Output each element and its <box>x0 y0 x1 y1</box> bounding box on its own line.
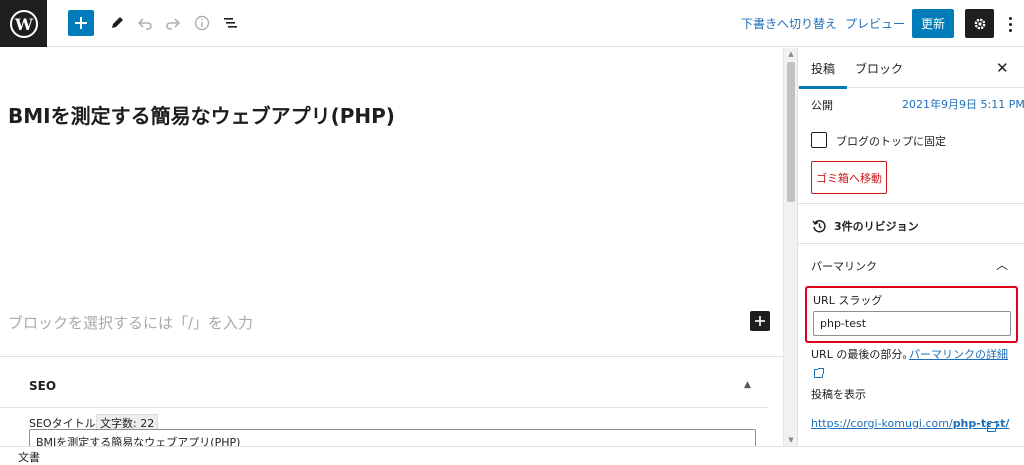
url-slug-highlight: URL スラッグ php-test <box>805 286 1018 343</box>
plus-icon <box>755 316 765 326</box>
move-to-trash-button[interactable]: ゴミ箱へ移動 <box>811 161 887 194</box>
block-inserter-button[interactable] <box>750 311 770 331</box>
editor-footer: 文書 <box>0 446 1024 464</box>
sticky-label: ブログのトップに固定 <box>836 135 946 148</box>
undo-button[interactable] <box>134 10 156 36</box>
wordpress-logo-icon[interactable]: W <box>0 0 47 47</box>
plus-icon <box>75 17 87 29</box>
gear-icon <box>974 18 985 29</box>
sidebar-tabs: 投稿 ブロック ✕ <box>798 48 1024 89</box>
editor-canvas: BMIを測定する簡易なウェブアプリ(PHP) ブロックを選択するには「/」を入力… <box>0 48 784 446</box>
list-view-icon <box>224 18 237 28</box>
edit-tool-button[interactable] <box>106 10 128 36</box>
publish-label: 公開 <box>811 99 833 112</box>
svg-text:W: W <box>14 15 34 34</box>
editor-top-toolbar: W 下書きへ切り替え プレビュー 更新 <box>0 0 1024 47</box>
redo-button[interactable] <box>162 10 184 36</box>
dot <box>1008 16 1012 20</box>
external-link-icon[interactable] <box>812 363 824 382</box>
url-last-part-text: URL の最後の部分。 <box>811 348 914 361</box>
view-post-url-prefix: https://corgi-komugi.com/ <box>811 417 953 430</box>
scroll-down-arrow-icon[interactable]: ▼ <box>787 436 795 444</box>
view-post-label: 投稿を表示 <box>811 388 866 401</box>
divider <box>798 203 1024 204</box>
view-post-url-slug: php-test/ <box>952 417 1010 430</box>
chevron-up-icon[interactable]: ︿ <box>996 256 1008 273</box>
add-block-button[interactable] <box>68 10 94 36</box>
close-sidebar-icon[interactable]: ✕ <box>996 59 1009 77</box>
more-options-button[interactable] <box>1004 12 1016 36</box>
editor-scrollbar[interactable]: ▲ ▼ <box>783 48 797 446</box>
permalink-detail-link[interactable]: パーマリンクの詳細 <box>909 346 1008 362</box>
settings-button[interactable] <box>965 9 994 38</box>
redo-icon <box>166 18 181 30</box>
external-link-icon[interactable] <box>985 417 997 436</box>
seo-heading: SEO <box>29 379 57 393</box>
publish-date-link[interactable]: 2021年9月9日 5:11 PM <box>902 96 1024 112</box>
post-title[interactable]: BMIを測定する簡易なウェブアプリ(PHP) <box>8 100 395 129</box>
block-placeholder[interactable]: ブロックを選択するには「/」を入力 <box>8 312 253 333</box>
dot <box>1008 28 1012 32</box>
preview-button[interactable]: プレビュー <box>845 10 905 36</box>
list-view-button[interactable] <box>220 10 242 36</box>
update-button[interactable]: 更新 <box>912 9 954 38</box>
collapse-arrow-icon[interactable]: ▲ <box>744 380 751 390</box>
revisions-row[interactable]: 3件のリビジョン <box>812 218 919 234</box>
tab-block[interactable]: ブロック <box>855 60 903 77</box>
details-button[interactable] <box>191 10 213 36</box>
permalink-heading[interactable]: パーマリンク <box>811 258 877 274</box>
undo-icon <box>137 18 152 30</box>
switch-to-draft-button[interactable]: 下書きへ切り替え <box>741 10 837 36</box>
history-icon <box>812 220 826 233</box>
seo-title-input[interactable]: BMIを測定する簡易なウェブアプリ(PHP) <box>29 429 756 446</box>
seo-meta-box: SEO ▲ SEOタイトル 文字数: 22 BMIを測定する簡易なウェブアプリ(… <box>0 356 784 446</box>
settings-sidebar: 投稿 ブロック ✕ 公開 2021年9月9日 5:11 PM ブログのトップに固… <box>797 48 1024 446</box>
sticky-checkbox[interactable] <box>811 132 827 148</box>
revisions-label: 3件のリビジョン <box>834 220 919 233</box>
seo-panel-header[interactable]: SEO ▲ <box>0 357 768 408</box>
scroll-up-arrow-icon[interactable]: ▲ <box>787 50 795 58</box>
url-slug-input[interactable]: php-test <box>813 311 1011 336</box>
pencil-icon <box>112 17 123 28</box>
info-icon <box>194 15 210 31</box>
view-post-link[interactable]: https://corgi-komugi.com/php-test/ <box>811 417 1009 430</box>
scrollbar-thumb[interactable] <box>787 62 795 202</box>
dot <box>1008 22 1012 26</box>
tab-post[interactable]: 投稿 <box>798 60 848 89</box>
divider <box>798 243 1024 244</box>
url-slug-label: URL スラッグ <box>813 294 883 307</box>
